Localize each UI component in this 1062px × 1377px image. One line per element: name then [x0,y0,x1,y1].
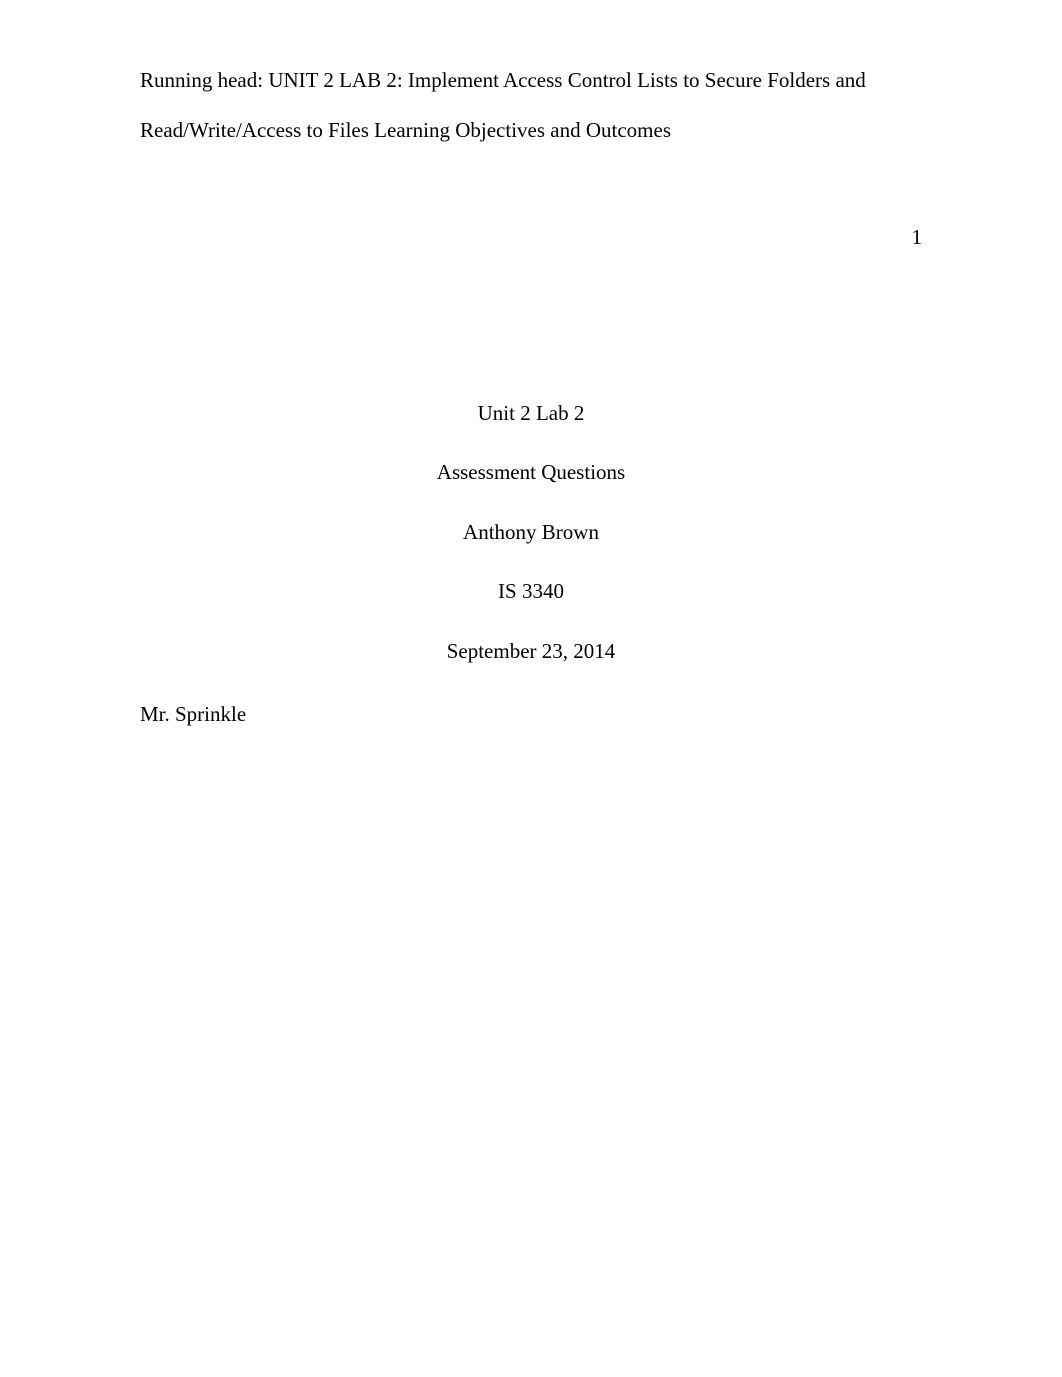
instructor-block: Mr. Sprinkle [140,699,922,731]
title-line-2: Assessment Questions [140,457,922,489]
title-line-1: Unit 2 Lab 2 [140,398,922,430]
document-date: September 23, 2014 [140,636,922,668]
running-head-line2: Read/Write/Access to Files Learning Obje… [140,105,922,155]
course-code: IS 3340 [140,576,922,608]
title-block: Unit 2 Lab 2 Assessment Questions Anthon… [140,398,922,668]
author-name: Anthony Brown [140,517,922,549]
running-head-line1: Running head: UNIT 2 LAB 2: Implement Ac… [140,55,922,105]
instructor-name: Mr. Sprinkle [140,699,922,731]
page-number: 1 [912,222,923,254]
running-head: Running head: UNIT 2 LAB 2: Implement Ac… [140,55,922,156]
